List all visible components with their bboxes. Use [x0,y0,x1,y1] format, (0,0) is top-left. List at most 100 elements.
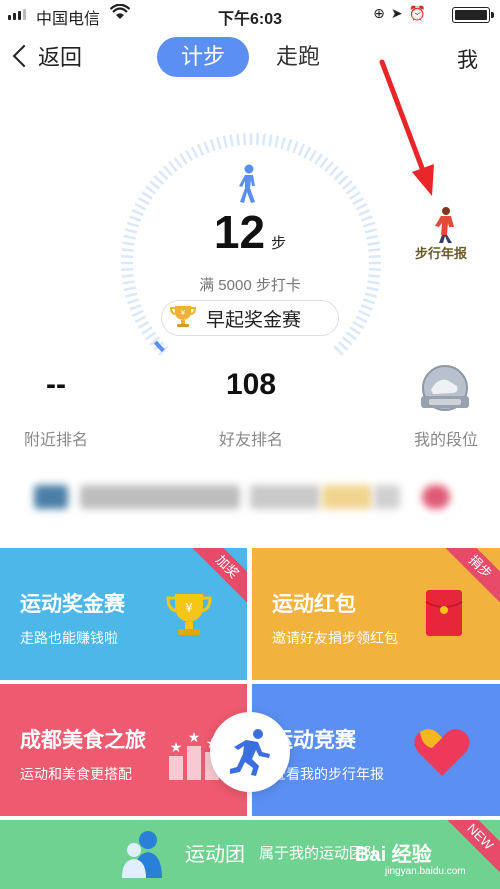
gauge-tick [308,149,318,162]
gauge-tick [341,336,353,346]
trophy-icon: ¥ [169,303,197,334]
gauge-tick [121,267,134,272]
gauge-tick [131,309,144,318]
step-count: 12 [213,206,266,258]
step-unit: 步 [271,235,287,252]
heart-icon [414,729,470,776]
gauge-tick [184,149,194,162]
gauge-tick [324,161,334,173]
early-bird-label: 早起奖金赛 [206,309,302,331]
gauge-tick [209,138,216,152]
gauge-tick [297,143,306,156]
gauge-tick [280,137,286,150]
gauge-tick [134,315,147,324]
alarm-icon: ⏰ [408,5,432,21]
early-bird-contest-button[interactable]: ¥ 早起奖金赛 [161,300,339,336]
sport-team-title: 运动团 [185,844,245,866]
gauge-tick [203,141,210,154]
rotation-lock-icon: ⊕ [373,5,391,21]
gauge-tick [314,153,323,165]
chevron-left-icon [12,44,36,68]
gauge-tick [141,326,153,335]
level-badge-icon [413,362,477,421]
gauge-tick [349,191,361,200]
back-label: 返回 [38,45,83,70]
gauge-tick [319,157,329,169]
sport-red-packet-tile[interactable]: 运动红包 邀请好友捐步领红包 捐步 [252,548,500,680]
red-packet-subtitle: 邀请好友捐步领红包 [272,630,398,646]
gauge-tick [129,304,142,311]
nearby-ranking[interactable]: -- 附近排名 [20,368,92,450]
friends-ranking[interactable]: 108 好友排名 [210,368,292,450]
gauge-tick [222,135,228,148]
svg-text:¥: ¥ [185,601,193,615]
gauge-tick [337,341,349,351]
nearby-ranking-value: -- [46,368,66,401]
gauge-tick [126,298,140,305]
back-button[interactable]: 返回 [10,40,82,72]
gauge-tick [149,180,161,190]
red-packet-title: 运动红包 [272,593,356,616]
gauge-tick [242,133,247,146]
competition-subtitle: 查看我的步行年报 [272,766,384,782]
gauge-tick [368,267,381,272]
annual-report-label: 步行年报 [415,246,468,261]
trophy-icon: ¥ [166,594,212,635]
gauge-tick [303,146,312,159]
gauge-tick [352,196,365,206]
gauge-tick [262,133,266,146]
svg-text:¥: ¥ [181,309,186,317]
gauge-tick [345,185,357,195]
baidu-watermark: Bai 经验 jingyan.baidu.com [355,838,466,877]
gauge-tick [349,326,361,335]
gauge-tick [362,298,376,305]
status-icons: ⊕➤⏰ [373,5,432,22]
gauge-tick [158,170,169,181]
gauge-tick [145,185,157,195]
gauge-tick [268,134,273,147]
runner-figure-icon [435,207,454,243]
gauge-tick [274,135,280,148]
gauge-tick [137,320,150,330]
sport-contest-subtitle: 走路也能赚钱啦 [20,630,118,646]
blurred-friends-strip[interactable] [22,473,478,521]
tab-walk-run[interactable]: 走跑 [268,37,328,77]
gauge-tick [141,191,153,200]
gauge-tick [333,345,344,356]
friends-ranking-label: 好友排名 [218,432,283,449]
watermark-brand: Bai 经验 [355,844,432,866]
me-button[interactable]: 我 [457,44,478,74]
tab-steps[interactable]: 计步 [157,37,249,77]
start-run-button[interactable] [210,712,290,792]
gauge-tick [168,161,178,173]
gauge-tick [333,170,344,181]
gauge-tick [173,157,183,169]
gauge-tick [179,153,188,165]
gauge-tick [255,133,260,146]
step-goal-text: 满 5000 步打卡 [199,277,301,294]
status-bar: 中国电信 下午6:03 ⊕➤⏰ [0,0,500,28]
food-trip-title: 成都美食之旅 [20,729,146,752]
gauge-tick [153,175,165,185]
gauge-tick [329,165,339,177]
gauge-tick [196,143,205,156]
gauge-tick [352,320,365,330]
nearby-ranking-label: 附近排名 [23,432,88,449]
sport-contest-tile[interactable]: 运动奖金赛 走路也能赚钱啦 加奖 ¥ [0,548,247,680]
gauge-tick [163,165,173,177]
gauge-tick [345,331,357,341]
svg-text:★: ★ [188,730,201,746]
running-person-icon [230,729,270,776]
team-people-icon [122,831,162,878]
location-icon: ➤ [390,5,409,21]
svg-text:★: ★ [170,740,183,756]
friends-ranking-value: 108 [225,368,277,401]
gauge-tick [286,138,293,152]
gauge-tick [360,304,373,311]
annual-report-button[interactable]: 步行年报 [413,205,473,265]
gauge-tick [145,331,157,341]
battery-icon [452,7,494,23]
watermark-url: jingyan.baidu.com [385,866,466,877]
gauge-tick [190,146,199,159]
food-trip-subtitle: 运动和美食更搭配 [20,766,132,782]
